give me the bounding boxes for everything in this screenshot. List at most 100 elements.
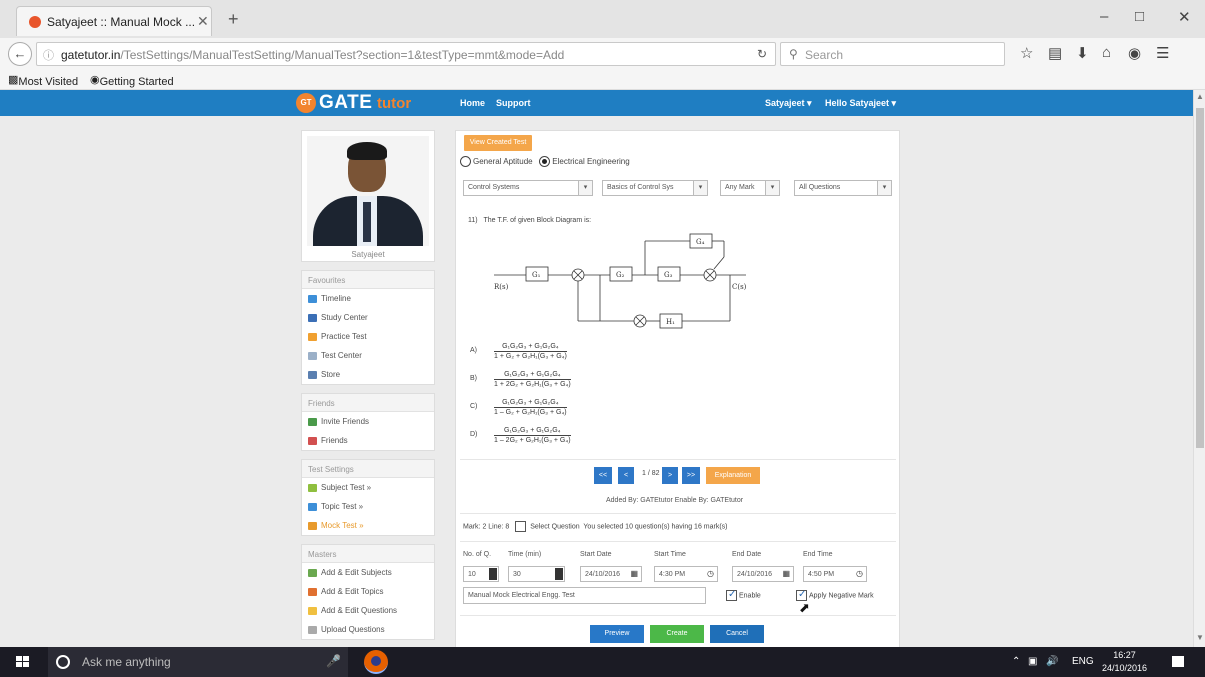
system-clock[interactable]: 16:27 24/10/2016	[1102, 649, 1147, 675]
profile-card: Satyajeet	[301, 130, 435, 262]
next-page-button[interactable]: >	[662, 467, 678, 484]
new-tab-button[interactable]: +	[228, 9, 239, 30]
page-scrollbar[interactable]: ▲ ▼	[1193, 90, 1205, 647]
radio-general-aptitude[interactable]: General Aptitude	[460, 156, 533, 167]
friends-title: Friends	[302, 394, 434, 412]
sidebar-item-topic-test[interactable]: Topic Test »	[302, 497, 434, 516]
favourites-title: Favourites	[302, 271, 434, 289]
end-date-input[interactable]: 24/10/2016 ▦	[732, 566, 794, 582]
sidebar-item-add-edit-topics[interactable]: Add & Edit Topics	[302, 582, 434, 601]
topic-select[interactable]: Basics of Control Sys ▾	[602, 180, 708, 196]
close-window-button[interactable]: ✕	[1178, 8, 1191, 26]
sidebar-item-mock-test[interactable]: Mock Test »	[302, 516, 434, 535]
left-sidebar: Satyajeet Favourites Timeline Study Cent…	[301, 130, 435, 640]
getting-started-bookmark[interactable]: ◉ Getting Started	[90, 73, 174, 88]
download-icon[interactable]: ⬇	[1076, 44, 1089, 62]
cancel-button[interactable]: Cancel	[710, 625, 764, 643]
sidebar-item-friends[interactable]: Friends	[302, 431, 434, 450]
select-question-checkbox[interactable]	[515, 521, 527, 532]
added-by-text: Added By: GATEtutor Enable By: GATEtutor	[606, 497, 744, 504]
prev-page-button[interactable]: <	[618, 467, 634, 484]
no-of-q-stepper[interactable]: 10	[463, 566, 499, 582]
sidebar-item-invite-friends[interactable]: Invite Friends	[302, 412, 434, 431]
bookmark-star-icon[interactable]: ☆	[1020, 44, 1033, 62]
explanation-button[interactable]: Explanation	[706, 467, 760, 484]
clock-icon: ◷	[707, 569, 714, 578]
browser-search-input[interactable]: ⚲ Search	[780, 42, 1005, 66]
nav-support-link[interactable]: Support	[496, 98, 531, 108]
svg-text:G₄: G₄	[696, 238, 705, 246]
create-button[interactable]: Create	[650, 625, 704, 643]
network-icon[interactable]: ▣	[1028, 656, 1037, 667]
study-center-icon	[308, 313, 317, 322]
reload-icon[interactable]: ↻	[757, 47, 767, 61]
topics-icon	[308, 587, 317, 596]
language-indicator[interactable]: ENG	[1072, 656, 1094, 667]
windows-start-icon[interactable]	[16, 656, 30, 668]
preview-button[interactable]: Preview	[590, 625, 644, 643]
scroll-up-icon: ▲	[1196, 92, 1204, 101]
start-time-input[interactable]: 4:30 PM ◷	[654, 566, 718, 582]
test-name-input[interactable]: Manual Mock Electrical Engg. Test	[463, 587, 706, 604]
sidebar-item-timeline[interactable]: Timeline	[302, 289, 434, 308]
clock-icon: ◷	[856, 569, 863, 578]
notification-icon[interactable]	[1172, 656, 1184, 667]
option-b-expression[interactable]: G₁G₂G₃ + G₁G₂G₄ 1 + 2G₂ + G₂H₁(G₃ + G₄)	[494, 371, 571, 388]
enable-checkbox[interactable]: Enable	[722, 589, 761, 601]
option-d-expression[interactable]: G₁G₂G₃ + G₁G₂G₄ 1 – 2G₂ + G₂H₁(G₃ + G₄)	[494, 427, 571, 444]
volume-icon[interactable]: 🔊	[1046, 656, 1058, 667]
sidebar-item-store[interactable]: Store	[302, 365, 434, 384]
svg-text:G₃: G₃	[664, 271, 673, 279]
sidebar-item-add-edit-subjects[interactable]: Add & Edit Subjects	[302, 563, 434, 582]
firefox-taskbar-icon[interactable]	[364, 650, 388, 674]
minimize-button[interactable]: –	[1100, 8, 1108, 25]
sidebar-item-upload-questions[interactable]: Upload Questions	[302, 620, 434, 639]
nav-home-link[interactable]: Home	[460, 98, 485, 108]
sidebar-item-add-edit-questions[interactable]: Add & Edit Questions	[302, 601, 434, 620]
svg-text:G₂: G₂	[616, 271, 625, 279]
address-bar[interactable]: ⓘ gatetutor.in/TestSettings/ManualTestSe…	[36, 42, 776, 66]
end-time-input[interactable]: 4:50 PM ◷	[803, 566, 867, 582]
radio-electrical-engineering[interactable]: Electrical Engineering	[539, 156, 630, 167]
menu-icon[interactable]: ☰	[1156, 44, 1169, 62]
mock-test-icon	[308, 521, 317, 530]
scroll-thumb	[1196, 108, 1204, 448]
mock-test-form: View Created Test General Aptitude Elect…	[455, 130, 900, 647]
last-page-button[interactable]: >>	[682, 467, 700, 484]
tab-title: Satyajeet :: Manual Mock ...	[47, 15, 196, 29]
close-tab-icon[interactable]: ✕	[197, 13, 209, 30]
divider	[460, 459, 896, 460]
favourites-panel: Favourites Timeline Study Center Practic…	[301, 270, 435, 385]
info-icon[interactable]: ⓘ	[43, 47, 54, 63]
option-a-expression[interactable]: G₁G₂G₃ + G₁G₂G₄ 1 + G₂ + G₂H₁(G₃ + G₄)	[494, 343, 567, 360]
option-d-label: D)	[470, 431, 478, 438]
most-visited-bookmark[interactable]: ▩ Most Visited	[8, 73, 78, 88]
hello-user-menu[interactable]: Hello Satyajeet ▾	[825, 98, 896, 109]
sidebar-item-study-center[interactable]: Study Center	[302, 308, 434, 327]
maximize-button[interactable]: □	[1135, 8, 1144, 25]
sidebar-item-test-center[interactable]: Test Center	[302, 346, 434, 365]
question-filter-select[interactable]: All Questions ▾	[794, 180, 892, 196]
first-page-button[interactable]: <<	[594, 467, 612, 484]
cortana-search-box[interactable]: Ask me anything 🎤	[48, 647, 348, 677]
question-text: 11) The T.F. of given Block Diagram is:	[468, 217, 592, 224]
pocket-icon[interactable]: ◉	[1128, 44, 1141, 62]
time-stepper[interactable]: 30	[508, 566, 565, 582]
svg-text:R(s): R(s)	[494, 283, 509, 291]
sidebar-item-practice-test[interactable]: Practice Test	[302, 327, 434, 346]
browser-tab[interactable]: Satyajeet :: Manual Mock ... ✕	[16, 6, 212, 36]
option-b-label: B)	[470, 375, 477, 382]
option-c-expression[interactable]: G₁G₂G₃ + G₁G₂G₄ 1 – G₂ + G₂H₁(G₃ + G₄)	[494, 399, 567, 416]
microphone-icon: 🎤	[326, 654, 341, 668]
back-arrow-icon[interactable]: ←	[8, 42, 32, 66]
view-created-test-button[interactable]: View Created Test	[464, 135, 532, 151]
start-date-input[interactable]: 24/10/2016 ▦	[580, 566, 642, 582]
subject-select[interactable]: Control Systems ▾	[463, 180, 593, 196]
mark-select[interactable]: Any Mark ▾	[720, 180, 780, 196]
home-icon[interactable]: ⌂	[1102, 44, 1111, 61]
reading-list-icon[interactable]: ▤	[1048, 44, 1062, 62]
tray-arrow-icon[interactable]: ⌃	[1012, 656, 1020, 667]
invite-friends-icon	[308, 417, 317, 426]
sidebar-item-subject-test[interactable]: Subject Test »	[302, 478, 434, 497]
user-menu[interactable]: Satyajeet ▾	[765, 98, 812, 109]
